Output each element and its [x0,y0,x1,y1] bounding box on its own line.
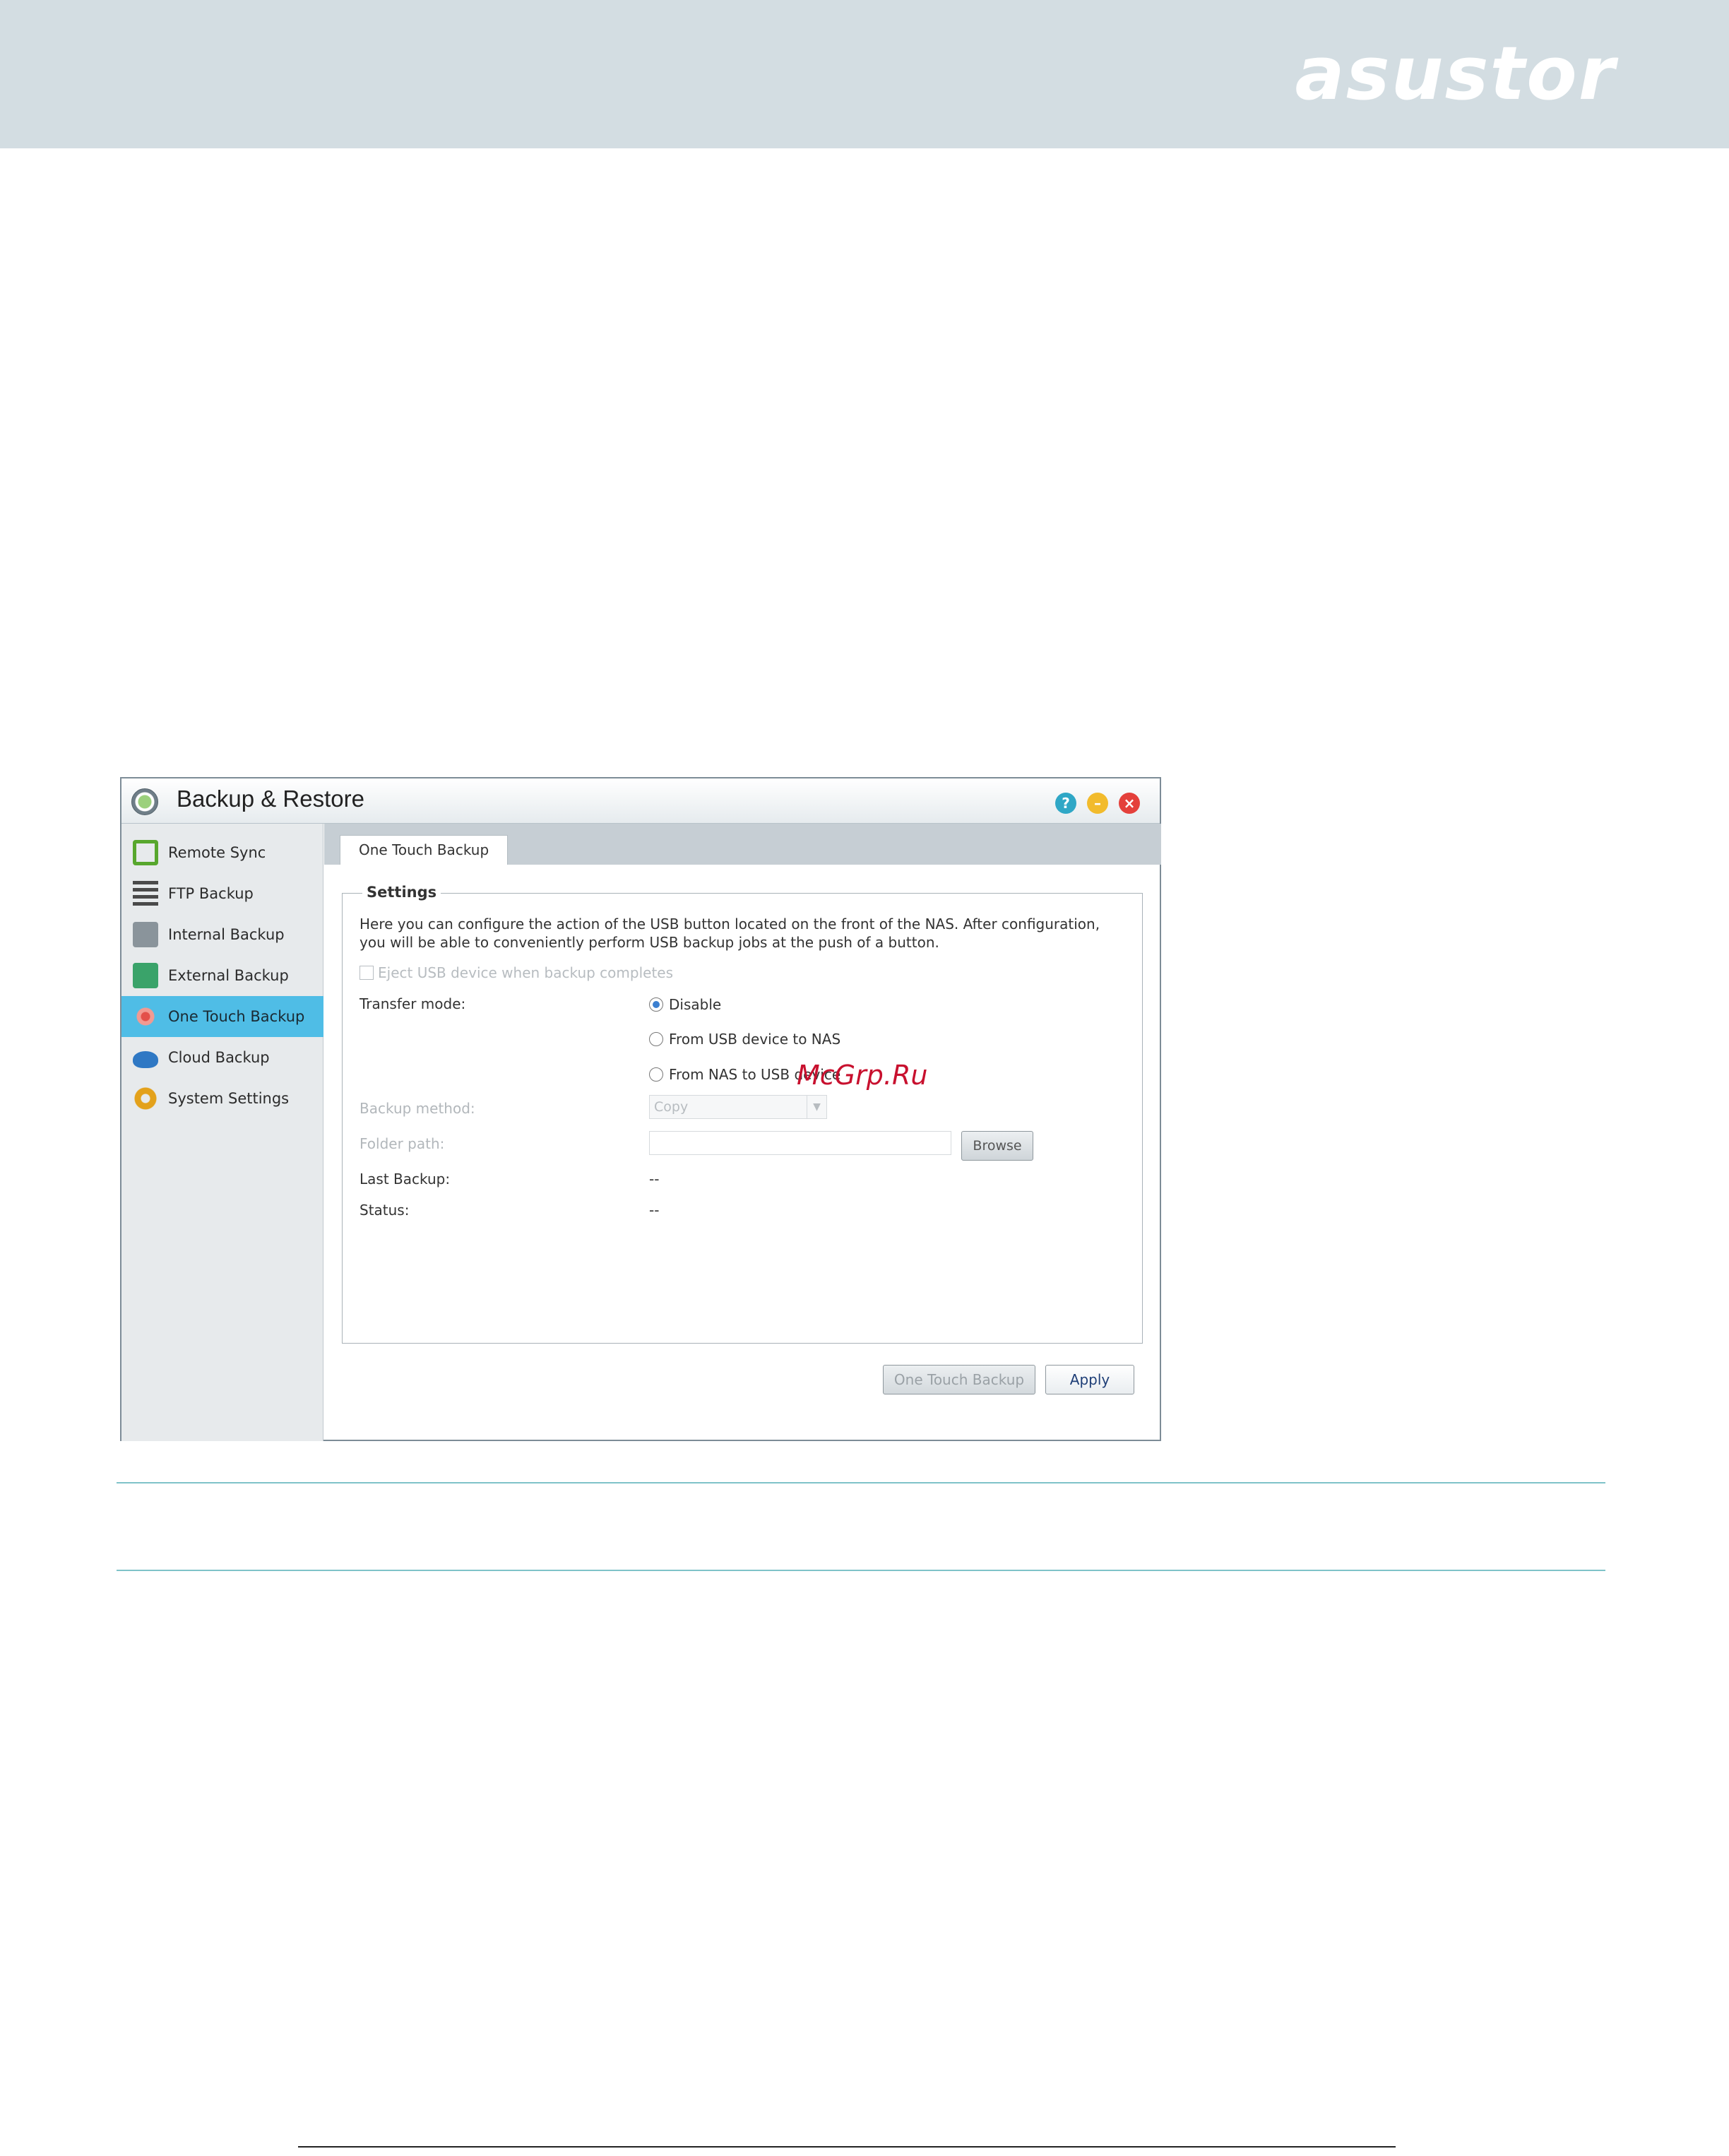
transfer-mode-usb-to-nas[interactable]: From USB device to NAS [649,1031,840,1048]
sidebar-item-label: Internal Backup [168,926,285,943]
sidebar-item-one-touch-backup[interactable]: One Touch Backup [121,996,323,1037]
one-touch-backup-button[interactable]: One Touch Backup [883,1365,1035,1394]
description-line: you will be able to conveniently perform… [360,934,939,951]
gear-icon [133,1086,158,1111]
settings-fieldset: Settings Here you can configure the acti… [342,884,1143,1344]
radio-button[interactable] [649,1067,663,1082]
chevron-down-icon: ▼ [807,1096,826,1118]
eject-usb-checkbox[interactable] [360,966,374,980]
radio-button[interactable] [649,1032,663,1046]
radio-button[interactable] [649,997,663,1012]
divider-line [117,1482,1605,1483]
ftp-icon [133,881,158,906]
sidebar-item-ftp-backup[interactable]: FTP Backup [121,873,323,914]
sidebar-item-label: Cloud Backup [168,1049,270,1066]
sidebar-item-label: Remote Sync [168,844,266,861]
sidebar-item-external-backup[interactable]: External Backup [121,955,323,996]
watermark: McGrp.Ru [797,1060,928,1091]
backup-method-label: Backup method: [360,1100,475,1117]
settings-legend: Settings [362,884,441,901]
footer-line [298,2146,1396,2148]
tab-one-touch-backup[interactable]: One Touch Backup [340,835,509,865]
last-backup-value: -- [649,1171,660,1187]
status-value: -- [649,1202,660,1219]
transfer-mode-disable[interactable]: Disable [649,996,721,1013]
app-window: Backup & Restore ? – × Remote Sync FTP B… [120,777,1161,1441]
tab-strip: One Touch Backup [324,824,1161,865]
sidebar-item-internal-backup[interactable]: Internal Backup [121,914,323,955]
status-label: Status: [360,1202,410,1219]
brand-logo: asustor [1295,30,1616,117]
backup-method-value: Copy [654,1099,689,1115]
internal-backup-icon [133,922,158,947]
sidebar-item-label: One Touch Backup [168,1008,305,1025]
window-title: Backup & Restore [177,786,364,812]
folder-path-input[interactable] [649,1131,951,1155]
help-button[interactable]: ? [1055,793,1076,814]
settings-description: Here you can configure the action of the… [360,915,1122,952]
one-touch-icon [133,1004,158,1029]
sidebar-item-remote-sync[interactable]: Remote Sync [121,832,323,873]
radio-label: From USB device to NAS [669,1031,841,1048]
folder-path-label: Folder path: [360,1135,445,1152]
external-backup-icon [133,963,158,988]
eject-usb-option: Eject USB device when backup completes [360,964,673,981]
sidebar-item-label: System Settings [168,1090,290,1107]
last-backup-label: Last Backup: [360,1171,451,1187]
divider-line [117,1570,1605,1571]
radio-label: Disable [669,996,722,1013]
minimize-button[interactable]: – [1087,793,1108,814]
sidebar: Remote Sync FTP Backup Internal Backup E… [121,824,323,1441]
sidebar-item-label: FTP Backup [168,885,254,902]
close-button[interactable]: × [1119,793,1140,814]
page-header: asustor [0,0,1729,148]
backup-method-select[interactable]: Copy ▼ [649,1095,827,1119]
description-line: Here you can configure the action of the… [360,916,1100,932]
sidebar-item-system-settings[interactable]: System Settings [121,1078,323,1119]
sync-icon [133,840,158,865]
sidebar-item-cloud-backup[interactable]: Cloud Backup [121,1037,323,1078]
cloud-icon [133,1051,158,1068]
backup-restore-app-icon [131,788,158,815]
apply-button[interactable]: Apply [1045,1365,1134,1394]
eject-usb-label: Eject USB device when backup completes [378,964,674,981]
browse-button[interactable]: Browse [961,1131,1033,1161]
transfer-mode-label: Transfer mode: [360,995,466,1012]
sidebar-item-label: External Backup [168,967,289,984]
window-titlebar: Backup & Restore ? – × [121,778,1160,824]
